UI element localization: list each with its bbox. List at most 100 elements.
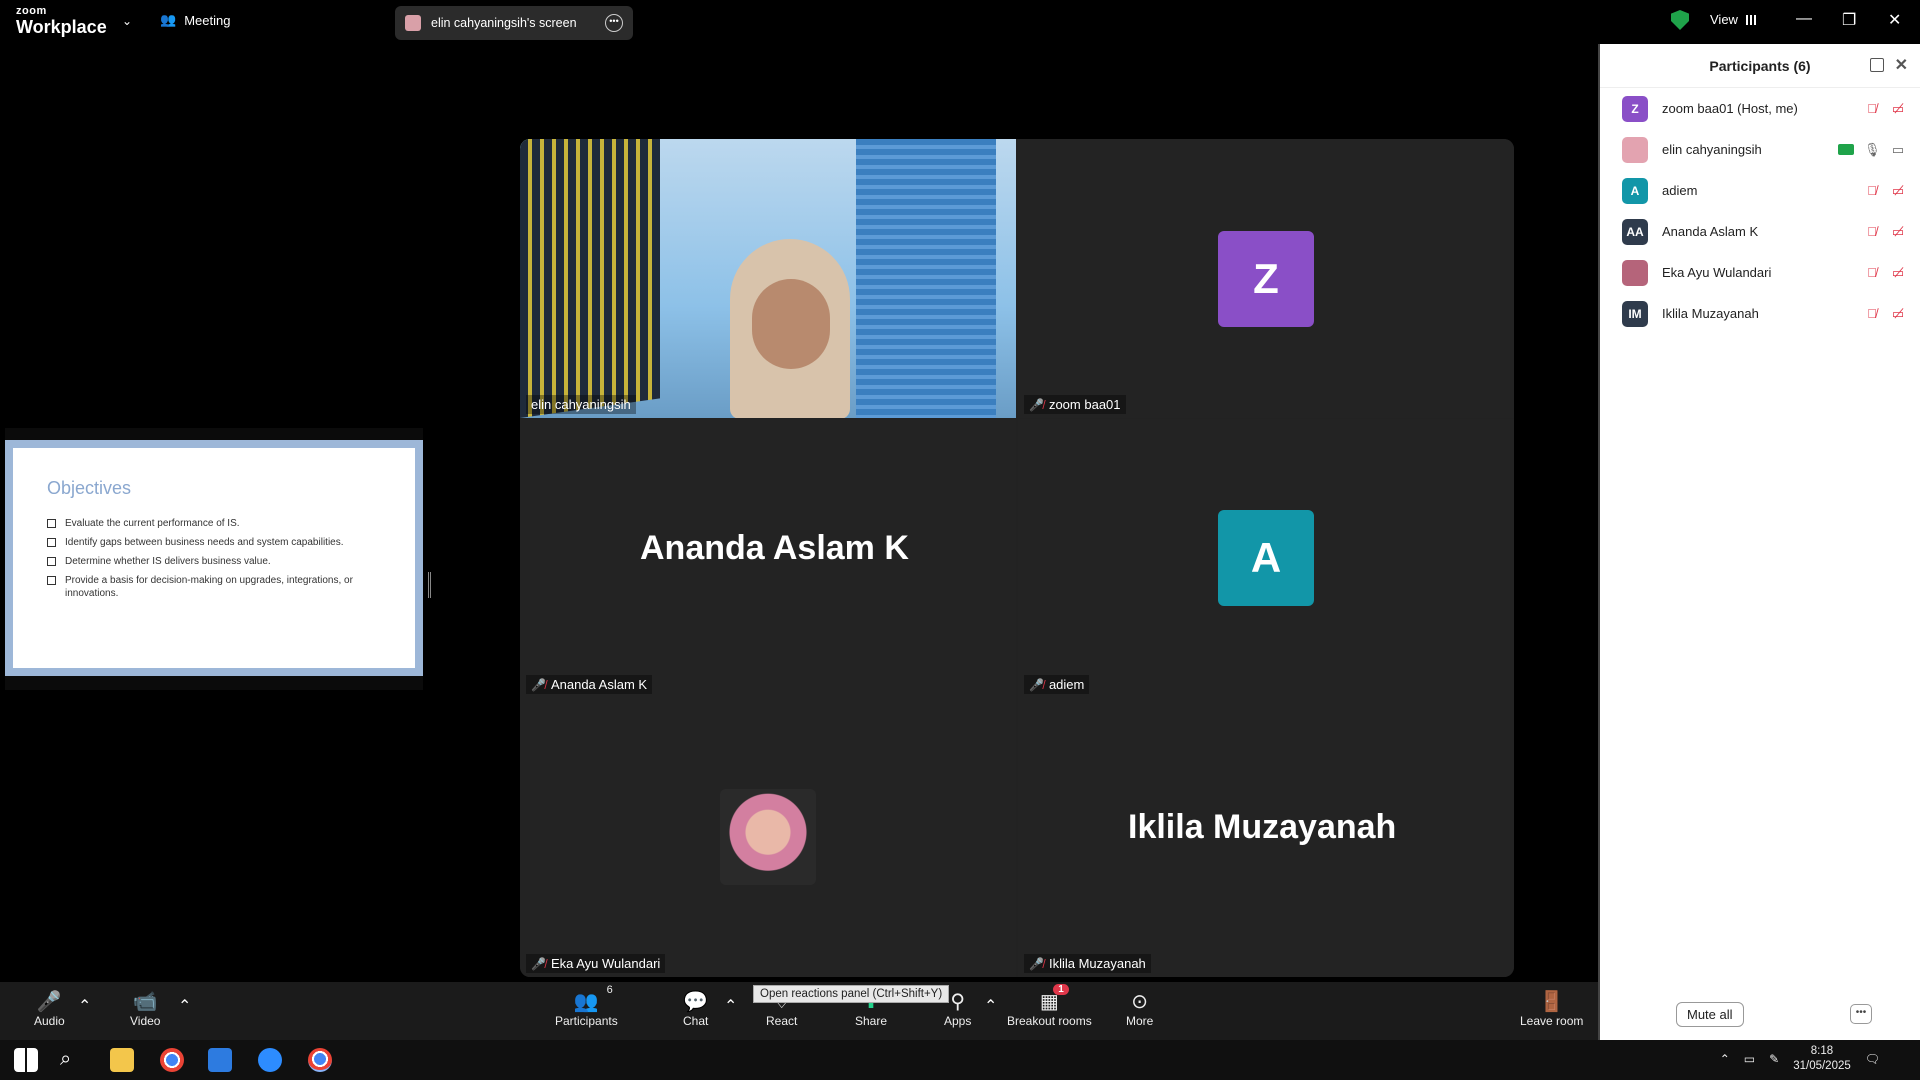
participant-name: Iklila Muzayanah <box>1662 306 1759 321</box>
video-tile-ananda[interactable]: Ananda Aslam K 🎤̸ Ananda Aslam K <box>520 419 1016 698</box>
shared-screen-thumbnail[interactable]: Objectives Evaluate the current performa… <box>5 428 423 690</box>
participant-row[interactable]: Z zoom baa01 (Host, me) 🎙̸ ▭̸ <box>1600 88 1920 129</box>
avatar: Z <box>1622 95 1648 122</box>
video-icon[interactable]: ▭ <box>1890 142 1906 158</box>
close-icon[interactable]: ✕ <box>1888 10 1901 30</box>
search-icon[interactable]: ⌕ <box>60 1048 84 1072</box>
video-off-icon[interactable]: ▭̸ <box>1890 306 1906 322</box>
participant-name: Eka Ayu Wulandari <box>1662 265 1772 280</box>
mic-muted-icon: 🎤̸ <box>1029 397 1044 412</box>
chevron-down-icon[interactable]: ⌄ <box>122 14 132 28</box>
participant-row[interactable]: IM Iklila Muzayanah 🎙̸ ▭̸ <box>1600 293 1920 334</box>
avatar-photo <box>720 789 816 885</box>
pen-icon[interactable]: ✎ <box>1769 1052 1779 1066</box>
video-tile-elin[interactable]: elin cahyaningsih <box>520 139 1016 418</box>
network-icon[interactable]: ▭ <box>1744 1052 1755 1066</box>
audio-options-caret-icon[interactable]: ⌃ <box>78 996 91 1016</box>
mic-muted-icon[interactable]: 🎙̸ <box>1864 183 1880 198</box>
video-tile-iklila[interactable]: Iklila Muzayanah 🎤̸ Iklila Muzayanah <box>1018 698 1514 977</box>
logo-top-text: zoom <box>16 5 47 17</box>
video-tile-eka[interactable]: 🎤̸ Eka Ayu Wulandari <box>520 698 1016 977</box>
restore-icon[interactable]: ❐ <box>1842 10 1856 30</box>
video-button[interactable]: 📹 Video <box>130 988 160 1029</box>
participant-row[interactable]: Eka Ayu Wulandari 🎙̸ ▭̸ <box>1600 252 1920 293</box>
notifications-icon[interactable]: 🗨 <box>1865 1052 1880 1066</box>
azure-icon[interactable] <box>208 1048 232 1072</box>
participants-count: 6 <box>606 984 613 996</box>
mic-muted-icon[interactable]: 🎙̸ <box>1864 265 1880 280</box>
file-explorer-icon[interactable] <box>110 1048 134 1072</box>
close-icon[interactable]: ✕ <box>1895 55 1908 75</box>
video-gallery: elin cahyaningsih Z 🎤̸ zoom baa01 Ananda… <box>520 139 1514 977</box>
avatar <box>1622 136 1648 163</box>
building-right <box>856 139 996 418</box>
clock-date: 31/05/2025 <box>1793 1060 1851 1072</box>
mic-icon[interactable]: 🎙 <box>1864 142 1881 158</box>
participant-row[interactable]: elin cahyaningsih 🎙 ▭ <box>1600 129 1920 170</box>
video-off-icon[interactable]: ▭̸ <box>1890 265 1906 281</box>
reactions-tooltip: Open reactions panel (Ctrl+Shift+Y) <box>753 985 950 1003</box>
encryption-shield-icon[interactable] <box>1671 10 1689 30</box>
clock-time: 8:18 <box>1810 1045 1834 1057</box>
leave-room-label: Leave room <box>1520 1014 1584 1028</box>
more-options-icon[interactable]: ••• <box>605 14 623 32</box>
name-tag: 🎤̸ Iklila Muzayanah <box>1024 954 1151 973</box>
resize-handle[interactable] <box>428 572 431 598</box>
slide-bullet: Determine whether IS delivers business v… <box>47 555 381 568</box>
video-off-icon[interactable]: ▭̸ <box>1890 224 1906 240</box>
participant-name: elin cahyaningsih <box>1662 142 1762 157</box>
mic-muted-icon: 🎤̸ <box>531 677 546 692</box>
more-options-icon[interactable]: ••• <box>1850 1004 1872 1024</box>
slide-bullet: Identify gaps between business needs and… <box>47 536 381 549</box>
chevron-up-icon[interactable]: ⌃ <box>1720 1052 1730 1066</box>
participant-row[interactable]: AA Ananda Aslam K 🎙̸ ▭̸ <box>1600 211 1920 252</box>
zoom-logo[interactable]: zoom Workplace <box>16 5 107 37</box>
windows-start-icon[interactable] <box>14 1048 38 1072</box>
mic-muted-icon[interactable]: 🎙̸ <box>1864 306 1880 321</box>
minimize-icon[interactable]: — <box>1796 10 1812 28</box>
chrome-icon[interactable] <box>160 1048 184 1072</box>
video-tile-adiem[interactable]: A 🎤̸ adiem <box>1018 419 1514 698</box>
system-tray: ⌃ ▭ ✎ 8:18 31/05/2025 🗨 <box>1720 1044 1880 1074</box>
video-off-icon[interactable]: ▭̸ <box>1890 183 1906 199</box>
participants-button[interactable]: 👥 6 Participants <box>555 984 618 1028</box>
meeting-stage: Objectives Evaluate the current performa… <box>0 44 1598 982</box>
mic-muted-icon[interactable]: 🎙̸ <box>1864 101 1880 116</box>
more-button[interactable]: ⊙ More <box>1126 988 1153 1029</box>
leave-room-button[interactable]: 🚪 Leave room <box>1520 988 1584 1029</box>
meeting-menu-label: Meeting <box>184 12 231 28</box>
video-tile-zoom-baa01[interactable]: Z 🎤̸ zoom baa01 <box>1018 139 1514 418</box>
mute-all-button[interactable]: Mute all <box>1676 1001 1744 1027</box>
mic-muted-icon: 🎤̸ <box>1029 677 1044 692</box>
chat-label: Chat <box>683 1014 709 1028</box>
name-tag: 🎤̸ zoom baa01 <box>1024 395 1126 414</box>
chat-button[interactable]: 💬 Chat <box>683 988 709 1029</box>
avatar: Z <box>1218 231 1314 327</box>
presentation-slide: Objectives Evaluate the current performa… <box>5 440 423 676</box>
view-button[interactable]: View <box>1710 12 1756 27</box>
apps-label: Apps <box>944 1014 972 1028</box>
video-off-icon: 📹 <box>132 990 158 1013</box>
react-label: React <box>766 1014 798 1028</box>
video-options-caret-icon[interactable]: ⌃ <box>178 996 191 1016</box>
zoom-app-icon[interactable] <box>258 1048 282 1072</box>
clock[interactable]: 8:18 31/05/2025 <box>1793 1044 1851 1074</box>
name-tag: 🎤̸ Ananda Aslam K <box>526 675 653 694</box>
chrome-active-icon[interactable] <box>308 1048 332 1072</box>
leave-room-icon: 🚪 <box>1539 990 1565 1013</box>
screen-share-indicator[interactable]: elin cahyaningsih's screen ••• <box>395 6 633 40</box>
participant-name: Iklila Muzayanah <box>1048 956 1146 971</box>
mic-muted-icon[interactable]: 🎙̸ <box>1864 224 1880 239</box>
audio-label: Audio <box>34 1014 65 1028</box>
chat-options-caret-icon[interactable]: ⌃ <box>724 996 737 1016</box>
more-icon: ⊙ <box>1131 990 1149 1013</box>
view-label: View <box>1710 12 1738 27</box>
breakout-rooms-button[interactable]: ▦ 1 Breakout rooms <box>1007 984 1092 1028</box>
slide-bullet: Evaluate the current performance of IS. <box>47 517 381 530</box>
video-off-icon[interactable]: ▭̸ <box>1890 101 1906 117</box>
participant-row[interactable]: A adiem 🎙̸ ▭̸ <box>1600 170 1920 211</box>
pop-out-icon[interactable] <box>1870 58 1884 72</box>
meeting-menu[interactable]: 👥 Meeting <box>160 12 230 28</box>
apps-options-caret-icon[interactable]: ⌃ <box>984 996 997 1016</box>
audio-button[interactable]: 🎤 Audio <box>34 988 65 1029</box>
